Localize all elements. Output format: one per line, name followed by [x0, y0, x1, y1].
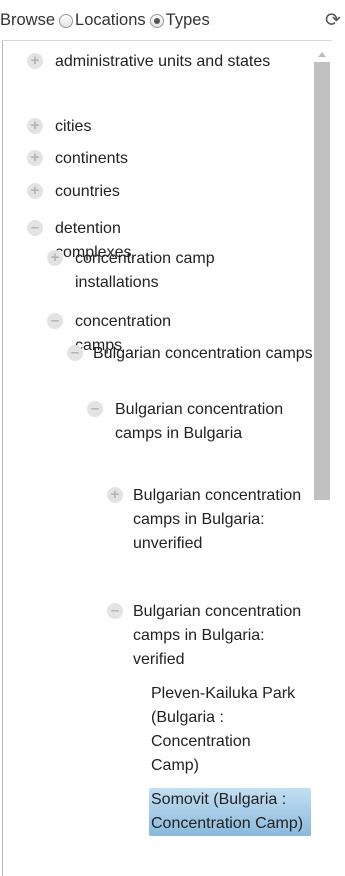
tree-item-label[interactable]: administrative units and states — [55, 50, 300, 74]
expand-plus-icon[interactable]: + — [27, 53, 43, 69]
tree-item-label[interactable]: Somovit (Bulgaria : Concentration Camp) — [149, 788, 311, 836]
expand-plus-icon[interactable]: + — [27, 183, 43, 199]
scrollbar-thumb[interactable] — [314, 62, 330, 500]
types-radio[interactable] — [149, 14, 164, 28]
tree-item-label[interactable]: countries — [55, 180, 120, 204]
tree-item-label[interactable]: Bulgarian concentration camps in Bulgari… — [133, 484, 313, 556]
tree-item-label[interactable]: cities — [55, 115, 91, 139]
browse-header: Browse Locations Types ⟳ — [0, 0, 345, 40]
tree-item-label[interactable]: Bulgarian concentration camps in Bulgari… — [115, 398, 315, 446]
tree-item-label[interactable]: Bulgarian concentration camps — [93, 342, 313, 366]
collapse-minus-icon[interactable]: – — [87, 401, 103, 417]
locations-label[interactable]: Locations — [75, 11, 146, 30]
browse-label: Browse — [0, 10, 56, 29]
collapse-minus-icon[interactable]: – — [67, 345, 83, 361]
scroll-up-arrow-icon[interactable] — [318, 52, 326, 57]
locations-radio[interactable] — [59, 14, 74, 28]
tree-item-label[interactable]: Bulgarian concentration camps in Bulgari… — [133, 600, 313, 672]
collapse-minus-icon[interactable]: – — [47, 313, 63, 329]
refresh-icon[interactable]: ⟳ — [325, 9, 341, 32]
expand-plus-icon[interactable]: + — [47, 250, 63, 266]
types-label[interactable]: Types — [166, 11, 210, 30]
expand-plus-icon[interactable]: + — [107, 487, 123, 503]
collapse-minus-icon[interactable]: – — [107, 603, 123, 619]
tree-item-label[interactable]: continents — [55, 147, 128, 171]
expand-plus-icon[interactable]: + — [27, 150, 43, 166]
tree-item-label[interactable]: concentration camp installations — [75, 247, 295, 295]
collapse-minus-icon[interactable]: – — [27, 220, 43, 236]
tree-item-label[interactable]: Pleven-Kailuka Park (Bulgaria : Concentr… — [151, 682, 301, 778]
vertical-scrollbar[interactable] — [314, 50, 330, 876]
expand-plus-icon[interactable]: + — [27, 118, 43, 134]
